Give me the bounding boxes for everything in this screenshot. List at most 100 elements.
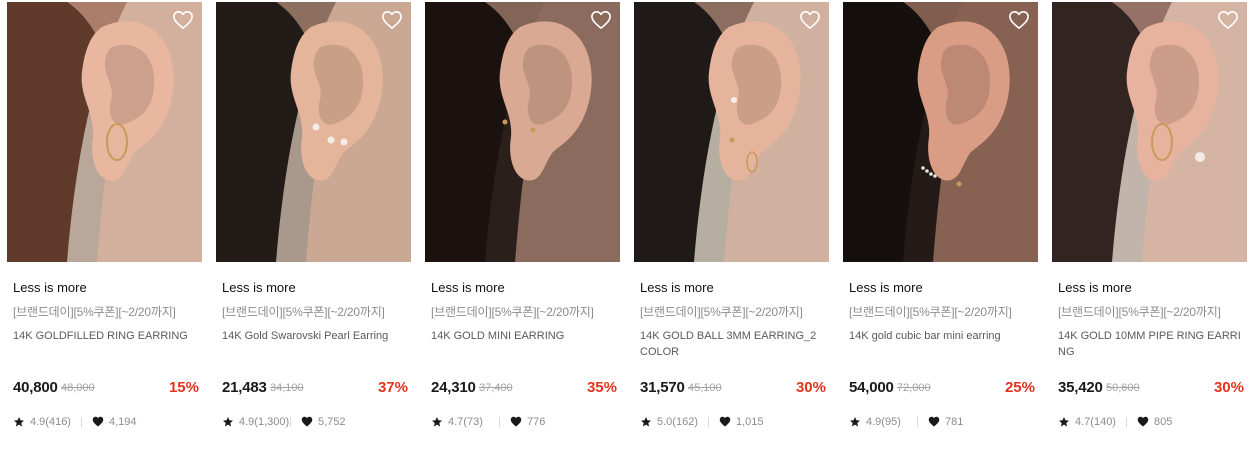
discount-rate: 35% — [586, 379, 617, 396]
star-icon — [223, 417, 233, 427]
wishlist-heart-icon[interactable] — [590, 10, 612, 30]
rating-text: 4.9(416) — [30, 416, 71, 428]
review-meta: 4.9(95) 781 — [849, 415, 1035, 431]
product-card[interactable]: Less is more [브랜드데이][5%쿠폰][~2/20까지] 14K … — [634, 2, 829, 463]
brand-name[interactable]: Less is more — [849, 280, 923, 295]
price-row: 40,800 48,000 15% — [13, 379, 199, 399]
ear-photo — [843, 2, 1038, 262]
product-card[interactable]: Less is more [브랜드데이][5%쿠폰][~2/20까지] 14K … — [216, 2, 411, 463]
like-count: 4,194 — [109, 416, 137, 428]
promo-tag: [브랜드데이][5%쿠폰][~2/20까지] — [1058, 305, 1221, 319]
price-row: 24,310 37,400 35% — [431, 379, 617, 399]
sale-price: 24,310 — [431, 379, 476, 396]
brand-name[interactable]: Less is more — [431, 280, 505, 295]
ear-photo — [425, 2, 620, 262]
price-row: 31,570 45,100 30% — [640, 379, 826, 399]
sale-price: 31,570 — [640, 379, 685, 396]
brand-name[interactable]: Less is more — [1058, 280, 1132, 295]
ear-photo — [634, 2, 829, 262]
divider — [81, 417, 82, 427]
rating-text: 4.9(95) — [866, 416, 901, 428]
divider — [290, 417, 291, 427]
review-meta: 4.9(416) 4,194 — [13, 415, 199, 431]
star-icon — [850, 417, 860, 427]
rating-text: 5.0(162) — [657, 416, 698, 428]
ear-photo — [7, 2, 202, 262]
product-image[interactable] — [7, 2, 202, 262]
product-image[interactable] — [216, 2, 411, 262]
heart-filled-icon — [92, 416, 104, 427]
divider — [499, 417, 500, 427]
like-count: 781 — [945, 416, 964, 428]
heart-filled-icon — [301, 416, 313, 427]
product-image[interactable] — [425, 2, 620, 262]
heart-filled-icon — [928, 416, 940, 427]
sale-price: 35,420 — [1058, 379, 1103, 396]
ear-photo — [216, 2, 411, 262]
rating-text: 4.9(1,300) — [239, 416, 290, 428]
review-meta: 5.0(162) 1,015 — [640, 415, 826, 431]
promo-tag: [브랜드데이][5%쿠폰][~2/20까지] — [431, 305, 594, 319]
heart-filled-icon — [1137, 416, 1149, 427]
discount-rate: 25% — [1004, 379, 1035, 396]
discount-rate: 37% — [377, 379, 408, 396]
brand-name[interactable]: Less is more — [640, 280, 714, 295]
product-card[interactable]: Less is more [브랜드데이][5%쿠폰][~2/20까지] 14K … — [7, 2, 202, 463]
discount-rate: 30% — [1213, 379, 1244, 396]
brand-name[interactable]: Less is more — [13, 280, 87, 295]
wishlist-heart-icon[interactable] — [381, 10, 403, 30]
discount-rate: 15% — [168, 379, 199, 396]
wishlist-heart-icon[interactable] — [172, 10, 194, 30]
product-title[interactable]: 14K GOLD MINI EARRING — [431, 328, 616, 344]
star-icon — [14, 417, 24, 427]
product-title[interactable]: 14K GOLDFILLED RING EARRING — [13, 328, 198, 344]
price-row: 54,000 72,000 25% — [849, 379, 1035, 399]
heart-filled-icon — [510, 416, 522, 427]
star-icon — [641, 417, 651, 427]
product-image[interactable] — [843, 2, 1038, 262]
promo-tag: [브랜드데이][5%쿠폰][~2/20까지] — [640, 305, 803, 319]
star-icon — [1059, 417, 1069, 427]
wishlist-heart-icon[interactable] — [799, 10, 821, 30]
review-meta: 4.9(1,300) 5,752 — [222, 415, 408, 431]
discount-rate: 30% — [795, 379, 826, 396]
review-meta: 4.7(140) 805 — [1058, 415, 1244, 431]
product-card[interactable]: Less is more [브랜드데이][5%쿠폰][~2/20까지] 14K … — [1052, 2, 1247, 463]
product-grid: Less is more [브랜드데이][5%쿠폰][~2/20까지] 14K … — [7, 2, 1250, 463]
wishlist-heart-icon[interactable] — [1008, 10, 1030, 30]
review-meta: 4.7(73) 776 — [431, 415, 617, 431]
heart-filled-icon — [719, 416, 731, 427]
like-count: 5,752 — [318, 416, 346, 428]
star-icon — [432, 417, 442, 427]
product-card[interactable]: Less is more [브랜드데이][5%쿠폰][~2/20까지] 14K … — [843, 2, 1038, 463]
divider — [917, 417, 918, 427]
product-title[interactable]: 14K GOLD 10MM PIPE RING EARRI NG — [1058, 328, 1243, 360]
product-image[interactable] — [1052, 2, 1247, 262]
wishlist-heart-icon[interactable] — [1217, 10, 1239, 30]
like-count: 776 — [527, 416, 546, 428]
promo-tag: [브랜드데이][5%쿠폰][~2/20까지] — [222, 305, 385, 319]
product-title[interactable]: 14K Gold Swarovski Pearl Earring — [222, 328, 407, 344]
product-card[interactable]: Less is more [브랜드데이][5%쿠폰][~2/20까지] 14K … — [425, 2, 620, 463]
ear-photo — [1052, 2, 1247, 262]
product-title[interactable]: 14K GOLD BALL 3MM EARRING_2 COLOR — [640, 328, 825, 360]
divider — [708, 417, 709, 427]
original-price: 45,100 — [688, 382, 722, 394]
brand-name[interactable]: Less is more — [222, 280, 296, 295]
rating-text: 4.7(73) — [448, 416, 483, 428]
promo-tag: [브랜드데이][5%쿠폰][~2/20까지] — [849, 305, 1012, 319]
original-price: 50,600 — [1106, 382, 1140, 394]
original-price: 72,000 — [897, 382, 931, 394]
promo-tag: [브랜드데이][5%쿠폰][~2/20까지] — [13, 305, 176, 319]
original-price: 37,400 — [479, 382, 513, 394]
divider — [1126, 417, 1127, 427]
price-row: 21,483 34,100 37% — [222, 379, 408, 399]
rating-text: 4.7(140) — [1075, 416, 1116, 428]
price-row: 35,420 50,600 30% — [1058, 379, 1244, 399]
product-image[interactable] — [634, 2, 829, 262]
original-price: 48,000 — [61, 382, 95, 394]
product-title[interactable]: 14K gold cubic bar mini earring — [849, 328, 1034, 344]
sale-price: 54,000 — [849, 379, 894, 396]
like-count: 805 — [1154, 416, 1173, 428]
sale-price: 21,483 — [222, 379, 267, 396]
